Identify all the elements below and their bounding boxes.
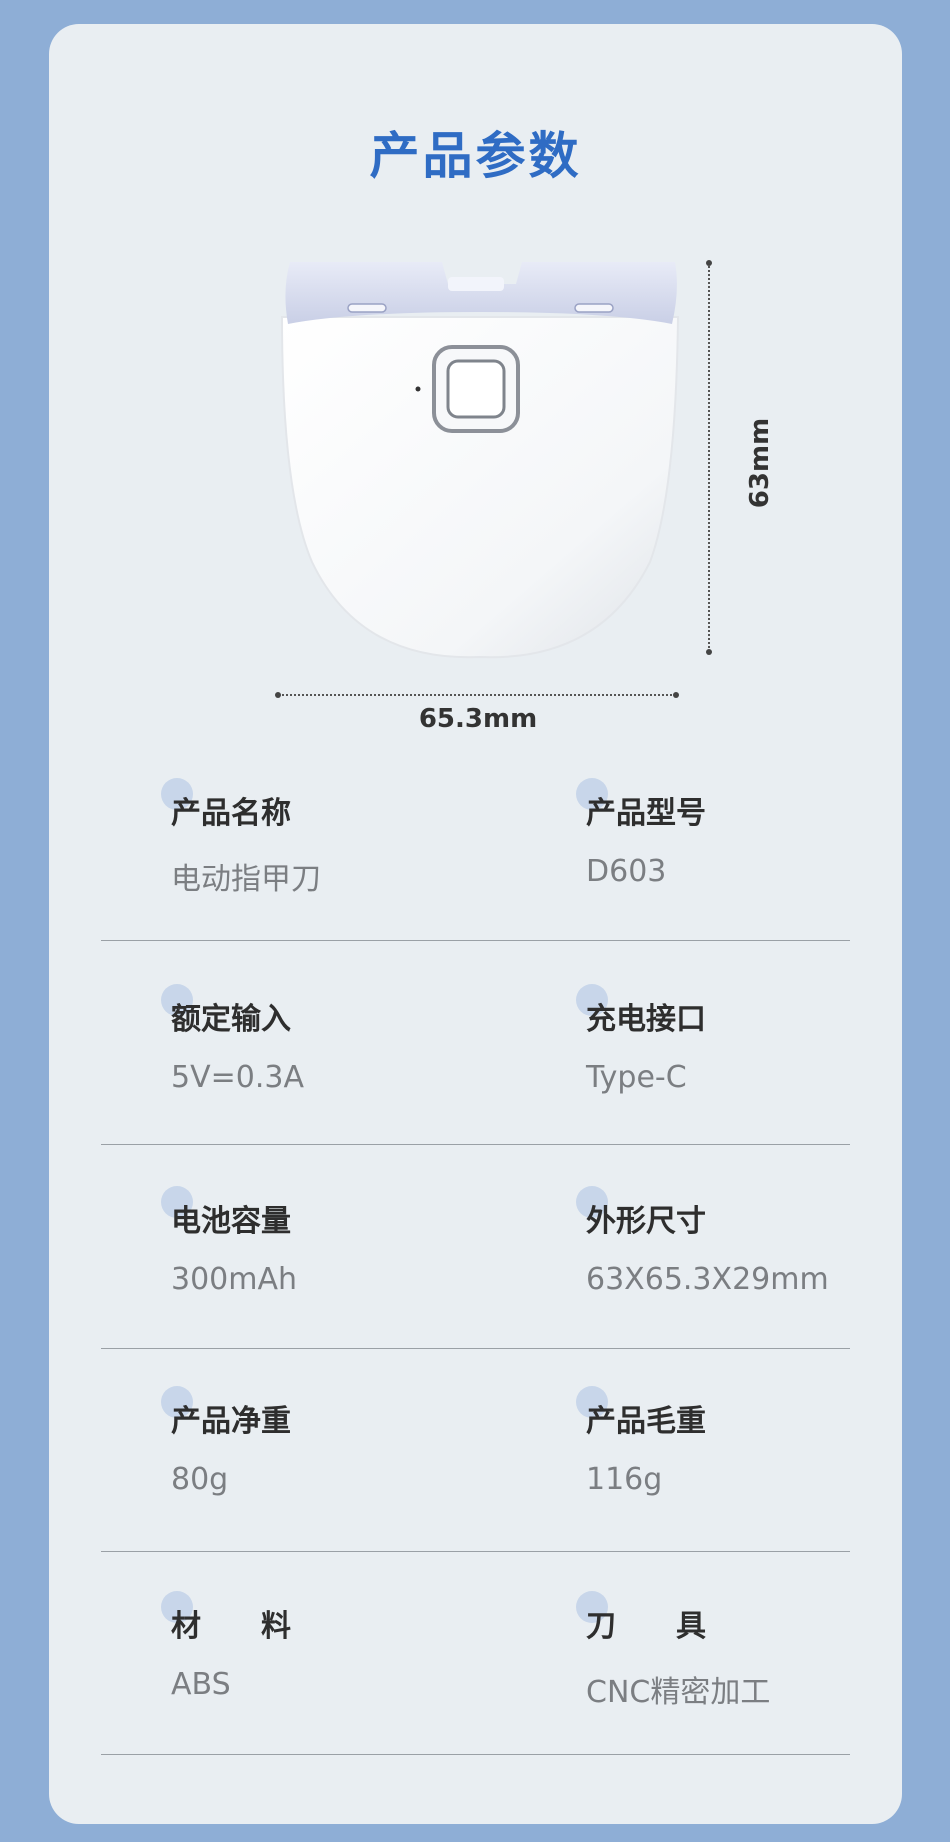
height-dimension-line: [706, 260, 712, 655]
row-divider: [101, 1754, 850, 1755]
spec-label: 额定输入: [171, 1002, 291, 1037]
spec-label: 产品毛重: [586, 1404, 706, 1439]
spec-label: 刀 具: [586, 1609, 706, 1644]
row-divider: [101, 1551, 850, 1552]
spec-value: 63X65.3X29mm: [586, 1262, 829, 1297]
spec-row: 额定输入 5V=0.3A 充电接口 Type-C: [101, 984, 850, 1194]
spec-value: D603: [586, 854, 667, 889]
spec-label: 充电接口: [586, 1002, 706, 1037]
spec-value: 5V=0.3A: [171, 1060, 304, 1095]
spec-item-product-name: 产品名称 电动指甲刀: [161, 778, 321, 898]
width-label: 65.3mm: [418, 704, 538, 734]
spec-value: CNC精密加工: [586, 1675, 771, 1710]
spec-item-material: 材 料 ABS: [161, 1591, 291, 1702]
spec-item-model: 产品型号 D603: [576, 778, 706, 889]
spec-row: 产品名称 电动指甲刀 产品型号 D603: [101, 778, 850, 988]
spec-row: 产品净重 80g 产品毛重 116g: [101, 1386, 850, 1596]
spec-item-gross-weight: 产品毛重 116g: [576, 1386, 706, 1497]
spec-label: 外形尺寸: [586, 1204, 706, 1239]
row-divider: [101, 1348, 850, 1349]
spec-value: Type-C: [586, 1060, 687, 1095]
width-dimension-line: [275, 692, 679, 698]
spec-item-charging-port: 充电接口 Type-C: [576, 984, 706, 1095]
spec-row: 材 料 ABS 刀 具 CNC精密加工: [101, 1591, 850, 1801]
spec-label: 产品型号: [586, 796, 706, 831]
spec-item-size: 外形尺寸 63X65.3X29mm: [576, 1186, 829, 1297]
height-label: 63mm: [745, 417, 775, 509]
spec-value: 116g: [586, 1462, 663, 1497]
row-divider: [101, 940, 850, 941]
spec-value: 300mAh: [171, 1262, 298, 1297]
spec-label: 材 料: [171, 1609, 291, 1644]
page-title: 产品参数: [369, 127, 582, 185]
spec-value: ABS: [171, 1667, 231, 1702]
spec-label: 电池容量: [171, 1204, 291, 1239]
spec-item-rated-input: 额定输入 5V=0.3A: [161, 984, 304, 1095]
spec-value: 80g: [171, 1462, 229, 1497]
spec-label: 产品名称: [171, 796, 291, 831]
spec-label: 产品净重: [171, 1404, 291, 1439]
row-divider: [101, 1144, 850, 1145]
product-image: [280, 262, 680, 659]
spec-row: 电池容量 300mAh 外形尺寸 63X65.3X29mm: [101, 1186, 850, 1396]
spec-item-battery: 电池容量 300mAh: [161, 1186, 298, 1297]
spec-value: 电动指甲刀: [171, 862, 321, 897]
spec-item-blade: 刀 具 CNC精密加工: [576, 1591, 771, 1711]
spec-item-net-weight: 产品净重 80g: [161, 1386, 291, 1497]
